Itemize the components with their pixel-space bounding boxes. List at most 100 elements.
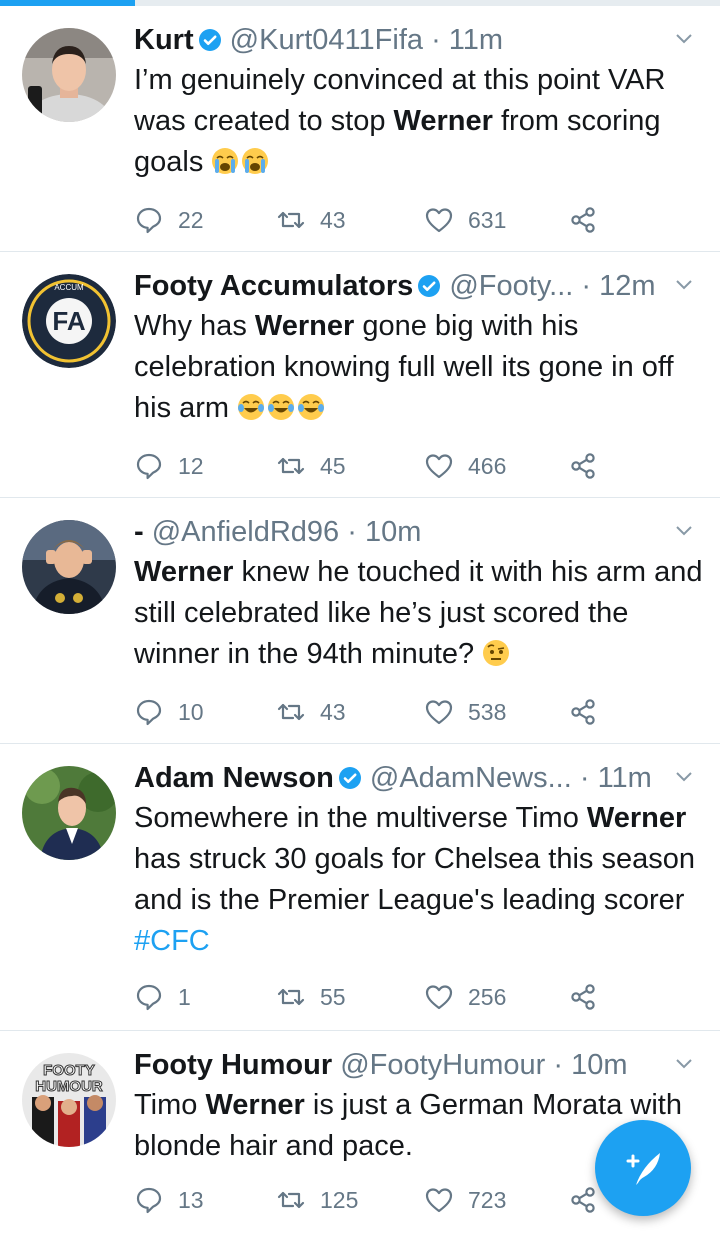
author-name[interactable]: Kurt: [134, 24, 194, 56]
share-button[interactable]: [568, 202, 612, 238]
reply-icon: [136, 699, 162, 726]
timeline[interactable]: Kurt @Kurt0411Fifa · 11m I’m genuinely c…: [0, 6, 720, 1231]
loudly-crying-face-icon: [242, 148, 269, 174]
author-handle[interactable]: @Footy...: [449, 270, 573, 302]
chevron-down-icon[interactable]: [670, 516, 698, 544]
share-button[interactable]: [568, 448, 612, 484]
retweet-button[interactable]: 55: [276, 979, 346, 1015]
like-count: 723: [468, 1186, 507, 1213]
reply-button[interactable]: 22: [134, 202, 204, 238]
loudly-crying-face-icon: [212, 148, 239, 174]
retweet-icon: [277, 211, 305, 229]
tweet[interactable]: FA ACCUM Footy Accumulators @Footy... · …: [0, 252, 720, 498]
hashtag-link[interactable]: #CFC: [134, 925, 210, 957]
compose-tweet-icon: [626, 1153, 660, 1185]
retweet-icon: [277, 1191, 305, 1209]
author-name[interactable]: -: [134, 516, 144, 548]
tears-of-joy-face-icon: [268, 394, 295, 420]
reply-count: 1: [178, 983, 191, 1010]
like-button[interactable]: 538: [424, 694, 506, 730]
retweet-icon: [277, 988, 305, 1006]
retweet-count: 43: [320, 206, 346, 233]
tweet-time[interactable]: 12m: [599, 270, 655, 302]
author-handle[interactable]: @FootyHumour: [340, 1049, 545, 1081]
reply-icon: [136, 453, 162, 480]
verified-badge-icon: [418, 275, 441, 297]
verified-badge-icon: [198, 29, 221, 51]
retweet-count: 55: [320, 983, 346, 1010]
separator-dot: ·: [571, 762, 598, 794]
like-button[interactable]: 631: [424, 202, 506, 238]
share-button[interactable]: [568, 979, 612, 1015]
tweet-time[interactable]: 10m: [365, 516, 421, 548]
avatar[interactable]: [22, 520, 116, 614]
like-count: 466: [468, 452, 507, 479]
author-name[interactable]: Adam Newson: [134, 762, 334, 794]
like-button[interactable]: 466: [424, 448, 506, 484]
avatar[interactable]: [22, 28, 116, 122]
separator-dot: ·: [545, 1049, 572, 1081]
svg-text:FA: FA: [52, 306, 85, 336]
svg-text:ACCUM: ACCUM: [54, 283, 84, 292]
retweet-icon: [277, 457, 305, 475]
author-name[interactable]: Footy Accumulators: [134, 270, 413, 302]
tweet-header: Adam Newson @AdamNews... · 11m: [134, 758, 704, 798]
chevron-down-icon[interactable]: [670, 762, 698, 790]
reply-button[interactable]: 13: [134, 1182, 204, 1218]
author-handle[interactable]: @Kurt0411Fifa: [230, 24, 423, 56]
retweet-count: 43: [320, 698, 346, 725]
share-icon: [571, 984, 595, 1010]
tears-of-joy-face-icon: [298, 394, 325, 420]
tweet-header: - @AnfieldRd96 · 10m: [134, 512, 704, 552]
retweet-button[interactable]: 45: [276, 448, 346, 484]
avatar[interactable]: FA ACCUM: [22, 274, 116, 368]
retweet-count: 125: [320, 1186, 359, 1213]
tweet-time[interactable]: 10m: [571, 1049, 627, 1081]
share-icon: [571, 207, 595, 233]
tweet[interactable]: Kurt @Kurt0411Fifa · 11m I’m genuinely c…: [0, 6, 720, 252]
svg-text:HUMOUR: HUMOUR: [35, 1078, 103, 1095]
like-button[interactable]: 723: [424, 1182, 506, 1218]
tweet-header: Footy Humour @FootyHumour · 10m: [134, 1045, 704, 1085]
retweet-count: 45: [320, 452, 346, 479]
tweet-time[interactable]: 11m: [598, 762, 652, 794]
chevron-down-icon[interactable]: [670, 1049, 698, 1077]
like-button[interactable]: 256: [424, 979, 506, 1015]
author-handle[interactable]: @AdamNews...: [370, 762, 572, 794]
tweet-time[interactable]: 11m: [449, 24, 503, 56]
reply-icon: [136, 207, 162, 234]
tweet[interactable]: - @AnfieldRd96 · 10m Werner knew he touc…: [0, 498, 720, 744]
retweet-button[interactable]: 43: [276, 694, 346, 730]
separator-dot: ·: [423, 24, 449, 56]
tweet-text: Werner knew he touched it with his arm a…: [134, 556, 703, 670]
tweet-text: Why has Werner gone big with his celebra…: [134, 310, 674, 424]
chevron-down-icon[interactable]: [670, 24, 698, 52]
reply-count: 10: [178, 698, 204, 725]
avatar[interactable]: [22, 766, 116, 860]
tweet-text: I’m genuinely convinced at this point VA…: [134, 64, 666, 178]
reply-button[interactable]: 10: [134, 694, 204, 730]
compose-tweet-button[interactable]: [595, 1120, 691, 1216]
verified-badge-icon: [338, 767, 361, 789]
share-button[interactable]: [568, 694, 612, 730]
reply-button[interactable]: 12: [134, 448, 204, 484]
share-icon: [571, 453, 595, 479]
retweet-button[interactable]: 125: [276, 1182, 358, 1218]
author-name[interactable]: Footy Humour: [134, 1049, 332, 1081]
heart-icon: [425, 700, 453, 725]
heart-icon: [425, 1188, 453, 1213]
author-handle[interactable]: @AnfieldRd96: [152, 516, 339, 548]
reply-icon: [136, 984, 162, 1011]
avatar[interactable]: FOOTY HUMOUR: [22, 1053, 116, 1147]
reply-count: 13: [178, 1186, 204, 1213]
retweet-button[interactable]: 43: [276, 202, 346, 238]
reply-button[interactable]: 1: [134, 979, 191, 1015]
svg-text:FOOTY: FOOTY: [43, 1062, 95, 1079]
retweet-icon: [277, 703, 305, 721]
chevron-down-icon[interactable]: [670, 270, 698, 298]
share-icon: [571, 1187, 595, 1213]
tweet-text: Somewhere in the multiverse Timo Werner …: [134, 802, 695, 957]
separator-dot: ·: [339, 516, 365, 548]
like-count: 256: [468, 983, 507, 1010]
tweet[interactable]: Adam Newson @AdamNews... · 11m Somewhere…: [0, 744, 720, 1031]
